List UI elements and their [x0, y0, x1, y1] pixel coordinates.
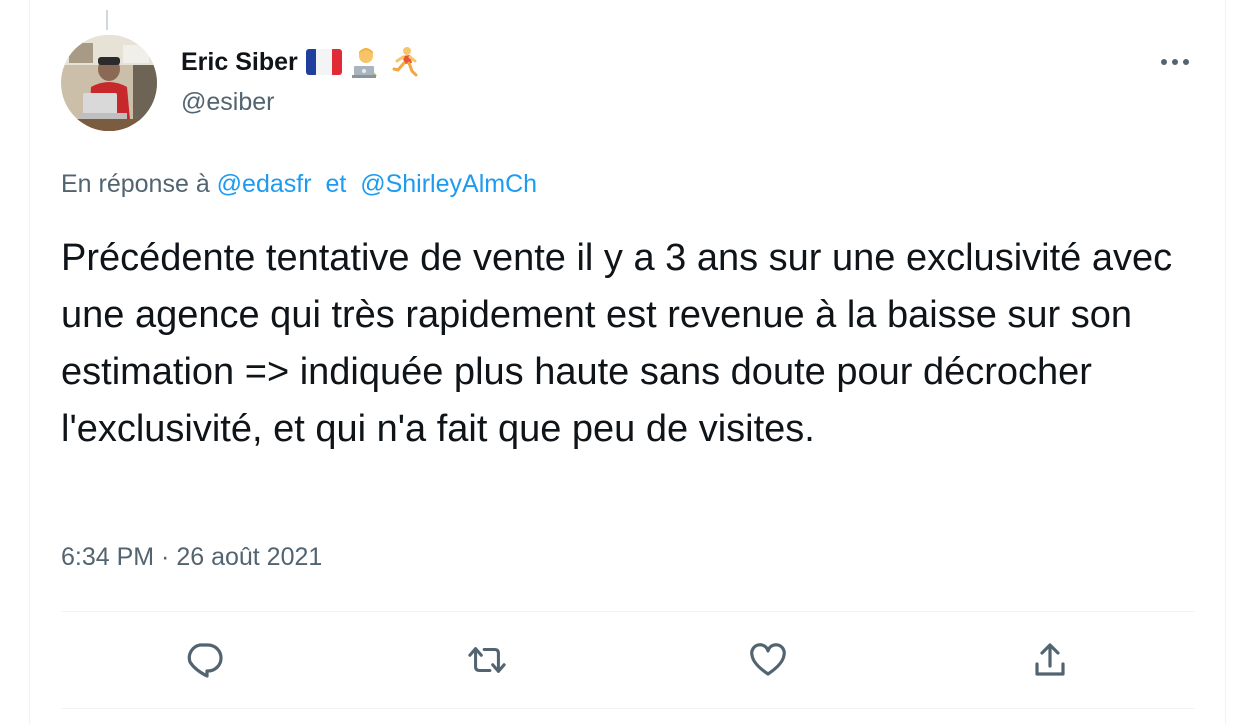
more-dots-icon: [1161, 59, 1189, 65]
author-handle[interactable]: @esiber: [181, 88, 274, 117]
heart-icon: [750, 643, 786, 676]
timeline-border-right: [1225, 0, 1226, 724]
technologist-icon: [350, 46, 382, 78]
author-display-name[interactable]: Eric Siber: [181, 48, 298, 77]
mention-link-edasfr[interactable]: @edasfr: [217, 170, 312, 198]
reply-button[interactable]: [184, 640, 224, 680]
thread-connector-line: [106, 10, 108, 30]
reply-context: En réponse à @edasfr et @ShirleyAlmCh: [61, 170, 537, 199]
share-button[interactable]: [1030, 640, 1070, 680]
mention-link-shirleyalmch[interactable]: @ShirleyAlmCh: [360, 170, 537, 198]
runner-icon: [390, 46, 420, 78]
like-button[interactable]: [748, 640, 788, 680]
retweet-button[interactable]: [467, 640, 507, 680]
bottom-divider: [61, 708, 1195, 709]
avatar-photo-icon: [61, 35, 157, 131]
author-row: Eric Siber: [181, 44, 420, 80]
reply-icon: [187, 643, 223, 678]
avatar[interactable]: [61, 35, 157, 131]
share-icon: [1035, 643, 1065, 676]
french-flag-icon: [305, 46, 342, 78]
reply-conjunction: et: [325, 170, 347, 198]
tweet-text: Précédente tentative de vente il y a 3 a…: [61, 237, 1173, 450]
timeline-border-left: [29, 0, 30, 724]
actions-divider: [61, 611, 1195, 612]
more-options-button[interactable]: [1157, 50, 1193, 74]
reply-prefix: En réponse à: [61, 170, 210, 198]
retweet-icon: [468, 647, 506, 673]
tweet-timestamp[interactable]: 6:34 PM · 26 août 2021: [61, 543, 322, 572]
